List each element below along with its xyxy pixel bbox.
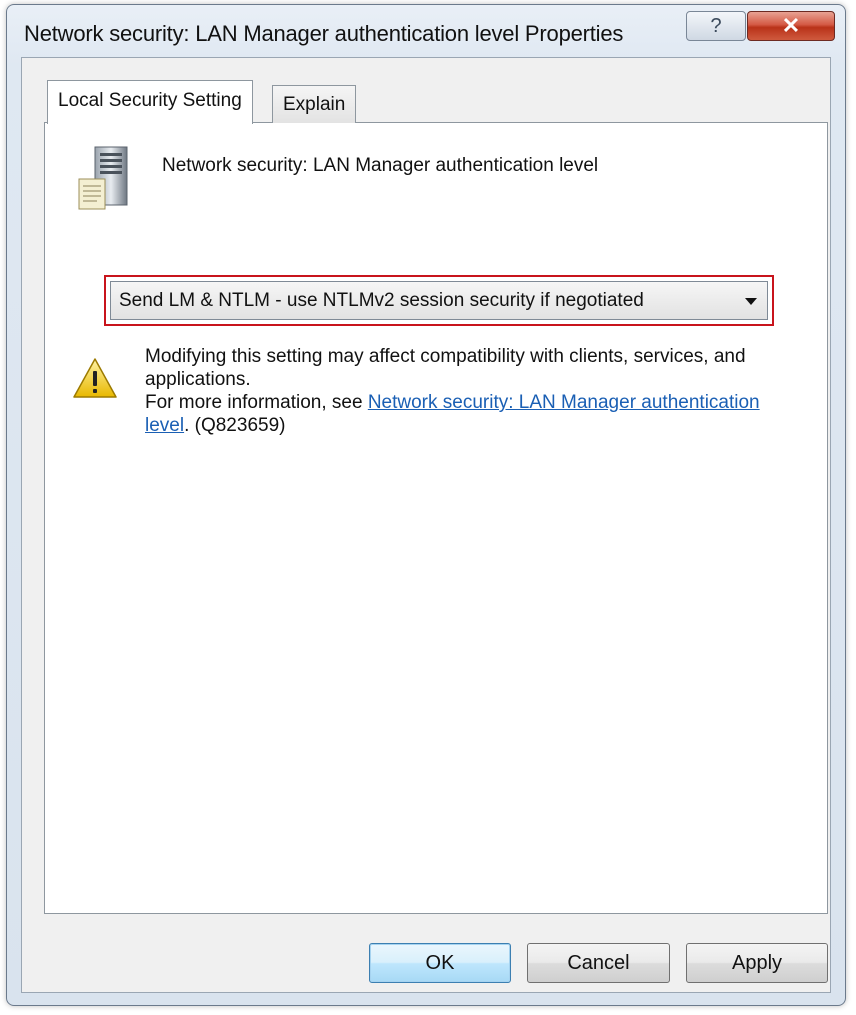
tab-local-security-setting[interactable]: Local Security Setting (47, 80, 253, 124)
setting-name: Network security: LAN Manager authentica… (162, 155, 599, 176)
dropdown-highlight-frame: Send LM & NTLM - use NTLMv2 session secu… (104, 275, 774, 326)
title-bar[interactable]: Network security: LAN Manager authentica… (7, 5, 845, 63)
dialog-client-area: Local Security Setting Explain Network s… (21, 57, 831, 993)
close-button[interactable]: ✕ (747, 11, 835, 41)
help-button[interactable]: ? (686, 11, 746, 41)
authentication-level-select[interactable]: Send LM & NTLM - use NTLMv2 session secu… (110, 281, 768, 320)
properties-dialog: Network security: LAN Manager authentica… (6, 4, 846, 1006)
warning-message: Modifying this setting may affect compat… (145, 346, 746, 390)
chevron-down-icon[interactable] (745, 298, 757, 305)
warning-text: Modifying this setting may affect compat… (145, 345, 785, 437)
apply-button[interactable]: Apply (686, 943, 828, 983)
tab-explain[interactable]: Explain (272, 85, 357, 123)
dropdown-selected-value: Send LM & NTLM - use NTLMv2 session secu… (119, 290, 644, 311)
warning-icon (73, 358, 117, 398)
more-info-prefix: For more information, see (145, 392, 368, 413)
ok-button[interactable]: OK (369, 943, 511, 983)
window-title: Network security: LAN Manager authentica… (24, 21, 624, 46)
tab-panel-local-security-setting: Network security: LAN Manager authentica… (44, 122, 828, 914)
cancel-button[interactable]: Cancel (527, 943, 670, 983)
kb-reference: . (Q823659) (184, 415, 286, 436)
server-icon (78, 146, 128, 210)
